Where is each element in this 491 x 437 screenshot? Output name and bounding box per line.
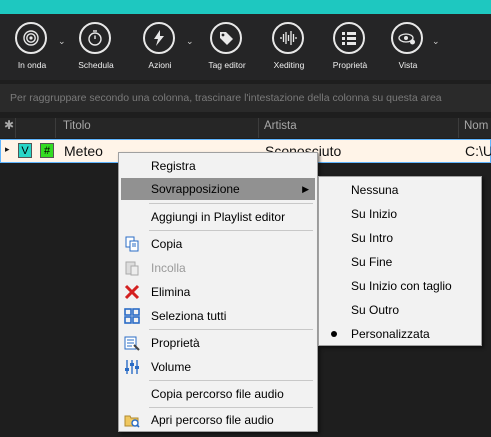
- delete-x-icon: [124, 284, 140, 300]
- stopwatch-icon: [79, 22, 111, 54]
- menu-separator: [149, 407, 313, 408]
- menu-item-label: Su Fine: [351, 255, 393, 269]
- xediting-label: Xediting: [273, 60, 305, 70]
- submenu-item-custom[interactable]: Personalizzata: [321, 323, 479, 345]
- menu-item-properties[interactable]: Proprietà: [121, 332, 315, 354]
- menu-item-label: Personalizzata: [351, 327, 430, 341]
- menu-separator: [149, 380, 313, 381]
- column-divider: [258, 118, 259, 138]
- menu-item-label: Incolla: [151, 261, 186, 275]
- submenu-item-on-intro[interactable]: Su Intro: [321, 227, 479, 249]
- volume-sliders-icon: [124, 359, 140, 375]
- row-indicator-icon: ▸: [5, 144, 10, 154]
- broadcast-icon: [15, 22, 47, 54]
- category-badge: #: [40, 143, 54, 158]
- tag-editor-label: Tag editor: [208, 60, 246, 70]
- grid-header: ✱ Titolo Artista Nom: [0, 118, 491, 138]
- column-divider: [55, 118, 56, 138]
- eye-gear-icon: [391, 22, 423, 54]
- menu-separator: [149, 203, 313, 204]
- asterisk-icon: ✱: [4, 118, 15, 132]
- submenu-item-on-start[interactable]: Su Inizio: [321, 203, 479, 225]
- on-air-label: In onda: [17, 60, 47, 70]
- tag-editor-button[interactable]: Tag editor: [201, 20, 253, 78]
- menu-item-label: Elimina: [151, 285, 191, 299]
- properties-toolbar-button[interactable]: Proprietà: [324, 20, 376, 78]
- menu-separator: [149, 329, 313, 330]
- open-folder-icon: [124, 412, 140, 428]
- submenu-item-none[interactable]: Nessuna: [321, 179, 479, 201]
- menu-item-record[interactable]: Registra: [121, 155, 315, 177]
- menu-item-select-all[interactable]: Seleziona tutti: [121, 305, 315, 327]
- row-path: C:\U: [465, 143, 491, 159]
- list-icon: [333, 22, 365, 54]
- copy-icon: [124, 236, 140, 252]
- menu-item-volume[interactable]: Volume: [121, 356, 315, 378]
- submenu-item-on-end[interactable]: Su Fine: [321, 251, 479, 273]
- on-air-button[interactable]: In onda: [6, 20, 58, 78]
- schedule-button[interactable]: Schedula: [70, 20, 122, 78]
- on-air-dropdown-chevron-icon[interactable]: ⌄: [58, 36, 66, 47]
- menu-item-label: Seleziona tutti: [151, 309, 227, 323]
- menu-item-overlap[interactable]: Sovrapposizione ▶: [121, 178, 315, 200]
- menu-item-label: Su Intro: [351, 231, 394, 245]
- main-toolbar: In onda ⌄ Schedula Azioni ⌄ Tag editor X…: [0, 14, 491, 80]
- title-accent-strip: [0, 0, 491, 14]
- select-all-icon: [124, 308, 140, 324]
- lightning-icon: [143, 22, 175, 54]
- menu-item-label: Su Inizio: [351, 207, 398, 221]
- actions-button[interactable]: Azioni: [134, 20, 186, 78]
- column-header-artist[interactable]: Artista: [264, 120, 297, 132]
- view-label: Vista: [398, 60, 418, 70]
- schedule-label: Schedula: [78, 60, 114, 70]
- menu-item-label: Proprietà: [151, 336, 200, 350]
- menu-item-label: Volume: [151, 360, 192, 374]
- submenu-item-on-outro[interactable]: Su Outro: [321, 299, 479, 321]
- submenu-arrow-icon: ▶: [302, 184, 309, 194]
- selected-radio-dot-icon: [331, 331, 337, 337]
- menu-item-label: Sovrapposizione: [151, 182, 240, 196]
- menu-item-label: Aggiungi in Playlist editor: [151, 210, 286, 224]
- submenu-item-on-start-with-cut[interactable]: Su Inizio con taglio: [321, 275, 479, 297]
- paste-icon: [124, 260, 140, 276]
- context-menu: Registra Sovrapposizione ▶ Aggiungi in P…: [118, 152, 318, 432]
- menu-item-copy[interactable]: Copia: [121, 233, 315, 255]
- menu-item-label: Registra: [151, 159, 196, 173]
- menu-separator: [149, 230, 313, 231]
- menu-item-label: Su Inizio con taglio: [351, 279, 452, 293]
- menu-item-label: Copia percorso file audio: [151, 387, 284, 401]
- menu-item-delete[interactable]: Elimina: [121, 281, 315, 303]
- column-header-title[interactable]: Titolo: [63, 120, 91, 132]
- tag-icon: [210, 22, 242, 54]
- actions-label: Azioni: [148, 60, 172, 70]
- column-header-name[interactable]: Nom: [464, 120, 488, 132]
- menu-item-label: Apri percorso file audio: [151, 413, 274, 427]
- xediting-button[interactable]: Xediting: [263, 20, 315, 78]
- menu-item-label: Su Outro: [351, 303, 400, 317]
- overlap-submenu: Nessuna Su Inizio Su Intro Su Fine Su In…: [318, 176, 482, 346]
- row-title: Meteo: [64, 143, 103, 159]
- menu-item-copy-audio-path[interactable]: Copia percorso file audio: [121, 383, 315, 405]
- actions-dropdown-chevron-icon[interactable]: ⌄: [186, 36, 194, 47]
- menu-item-open-audio-path[interactable]: Apri percorso file audio: [121, 409, 315, 431]
- menu-item-label: Nessuna: [351, 183, 399, 197]
- group-by-hint-area[interactable]: Per raggruppare secondo una colonna, tra…: [0, 84, 491, 112]
- column-divider: [458, 118, 459, 138]
- view-button[interactable]: Vista: [382, 20, 434, 78]
- column-divider: [15, 118, 16, 138]
- waveform-icon: [272, 22, 304, 54]
- menu-item-paste[interactable]: Incolla: [121, 257, 315, 279]
- menu-item-label: Copia: [151, 237, 183, 251]
- menu-item-add-to-playlist-editor[interactable]: Aggiungi in Playlist editor: [121, 206, 315, 228]
- properties-icon: [124, 335, 140, 351]
- view-dropdown-chevron-icon[interactable]: ⌄: [432, 36, 440, 47]
- type-badge: V: [18, 143, 32, 158]
